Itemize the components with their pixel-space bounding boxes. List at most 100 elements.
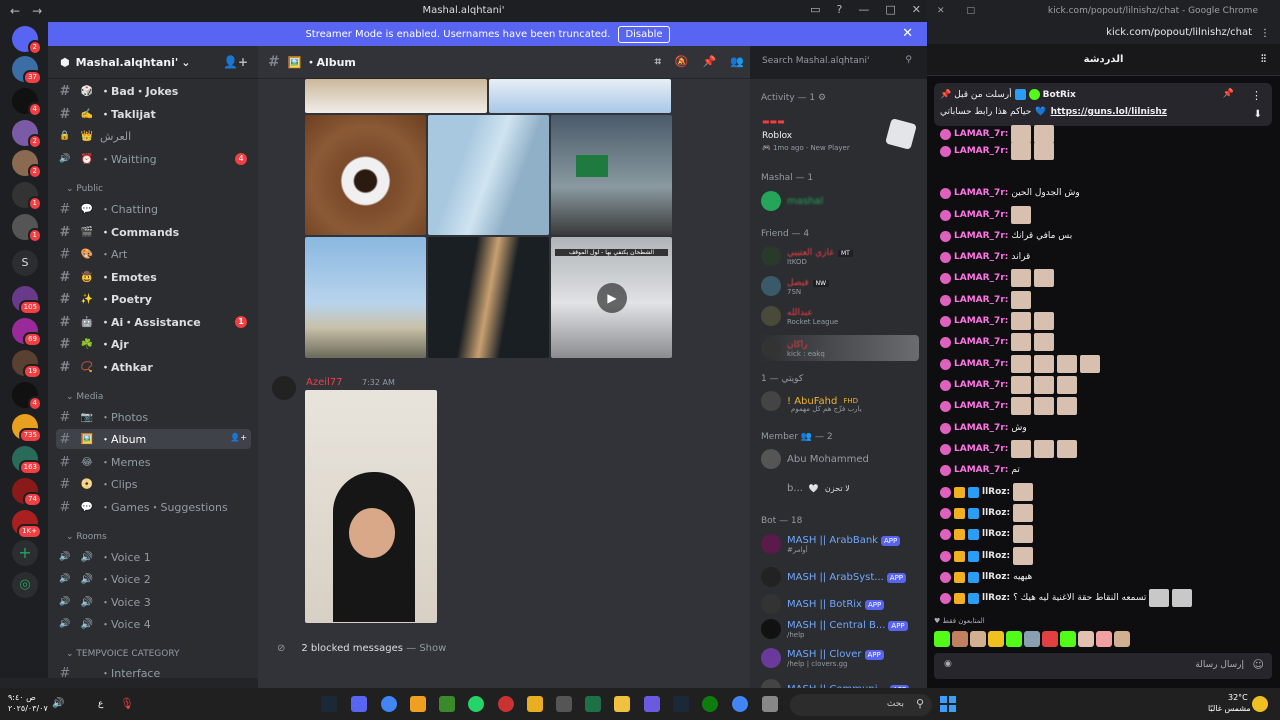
server-icon[interactable]: 163: [12, 446, 42, 475]
guild-header[interactable]: ⬢ Mashal.alqhtani' ⌄ 👤+: [48, 46, 258, 79]
activity-card[interactable]: ▬▬▬ Roblox 🎮 1mo ago · New Player: [758, 113, 920, 157]
friend-row[interactable]: فيصل NW 7SN: [761, 276, 830, 296]
chat-message[interactable]: LAMAR_7r: وش: [940, 420, 1027, 436]
xbox-icon[interactable]: [702, 696, 718, 712]
emote-picker-item[interactable]: [1114, 631, 1130, 647]
server-icon[interactable]: S: [12, 250, 38, 276]
gear-icon[interactable]: ⚙: [818, 93, 826, 103]
photo[interactable]: [428, 237, 549, 358]
weather-icon[interactable]: [1252, 696, 1268, 712]
chat-username[interactable]: LAMAR_7r:: [954, 401, 1008, 411]
chat-username[interactable]: LAMAR_7r:: [954, 231, 1008, 241]
member-row[interactable]: b... 🤍 لا تحزن: [761, 478, 850, 498]
chat-message-input[interactable]: ◉ إرسال رسالة ☺: [934, 653, 1272, 679]
friend-row[interactable]: راكان kick : eakq: [759, 335, 919, 361]
whatsapp-icon[interactable]: [468, 696, 484, 712]
message-author[interactable]: Azeil77: [306, 377, 343, 388]
channel-item[interactable]: # 🎬 ・Commands: [56, 222, 251, 242]
channel-item[interactable]: # 📿 ・Athkar: [56, 357, 251, 377]
volume-icon[interactable]: 🔊: [52, 698, 64, 709]
server-icon[interactable]: 74: [12, 478, 42, 507]
category-header[interactable]: ⌄ Rooms: [66, 532, 107, 542]
close-banner-icon[interactable]: ✕: [902, 26, 913, 41]
discord-icon[interactable]: [351, 696, 367, 712]
chat-username[interactable]: LAMAR_7r:: [954, 295, 1008, 305]
chat-username[interactable]: llRoz:: [982, 593, 1010, 603]
bot-row[interactable]: MASH || Clover APP/help | clovers.gg: [761, 648, 884, 668]
chat-message[interactable]: llRoz: تسمعه النقاط حقة الاغنية ليه هيك ؟: [940, 589, 1193, 607]
bot-row[interactable]: MASH || ArabSyst... APP: [761, 567, 907, 587]
chat-username[interactable]: LAMAR_7r:: [954, 273, 1008, 283]
chat-message[interactable]: LAMAR_7r:: [940, 269, 1055, 287]
photo[interactable]: [428, 115, 549, 235]
taskbar-search[interactable]: بحث ⚲: [790, 694, 932, 716]
bot-row[interactable]: MASH || Central B... APP/help: [761, 619, 908, 639]
emote-picker-item[interactable]: [970, 631, 986, 647]
avatar[interactable]: [272, 376, 296, 400]
channel-item[interactable]: # 🎨 ・Art: [56, 244, 251, 264]
close-icon[interactable]: ✕: [937, 6, 945, 16]
maximize-icon[interactable]: □: [967, 6, 976, 16]
channel-item[interactable]: # ✍️ ・Taklijat: [56, 104, 251, 124]
server-icon[interactable]: 4: [12, 88, 42, 117]
emote-picker-item[interactable]: [1078, 631, 1094, 647]
chat-message[interactable]: llRoz: هيهيه: [940, 569, 1032, 585]
photo[interactable]: [305, 237, 426, 358]
friend-row[interactable]: عبدالله Rocket League: [761, 306, 838, 326]
channel-item[interactable]: # 🖼️ ・Album 👤+: [56, 429, 251, 449]
steam-icon[interactable]: [321, 696, 337, 712]
user-list-icon[interactable]: ⫶⫶: [1261, 44, 1266, 76]
play-icon[interactable]: ▶: [597, 283, 627, 313]
chat-username[interactable]: LAMAR_7r:: [954, 210, 1008, 220]
server-icon[interactable]: 37: [12, 56, 42, 85]
chrome-icon[interactable]: [732, 696, 748, 712]
address-bar[interactable]: kick.com/popout/lilnishz/chat ⋮: [927, 22, 1280, 44]
chat-message[interactable]: llRoz:: [940, 483, 1034, 501]
photo[interactable]: [305, 115, 426, 235]
search-input[interactable]: Search Mashal.alqhtani' ⚲: [756, 52, 918, 72]
emote-picker-item[interactable]: [1006, 631, 1022, 647]
chat-message[interactable]: LAMAR_7r: قراند: [940, 249, 1030, 265]
server-icon[interactable]: 19: [12, 350, 42, 379]
photo[interactable]: [305, 390, 437, 623]
photo[interactable]: [489, 79, 671, 113]
pinned-message[interactable]: ⋮ 📌 ⬇ 📌 أرسلت من قبل BotRix حياكم هذا را…: [934, 83, 1272, 126]
rockstar-icon[interactable]: [527, 696, 543, 712]
chat-message[interactable]: LAMAR_7r:: [940, 440, 1078, 458]
add-member-icon[interactable]: 👤+: [230, 433, 247, 442]
folder-icon[interactable]: [614, 696, 630, 712]
chat-message[interactable]: LAMAR_7r:: [940, 333, 1055, 351]
chat-username[interactable]: llRoz:: [982, 572, 1010, 582]
chat-message[interactable]: LAMAR_7r:: [940, 312, 1055, 330]
chat-username[interactable]: LAMAR_7r:: [954, 423, 1008, 433]
pinned-link[interactable]: https://guns.lol/lilnishz: [1051, 107, 1167, 117]
channel-item[interactable]: # 💬 ・Chatting: [56, 199, 251, 219]
chat-message[interactable]: LAMAR_7r: وش الجدول الحين: [940, 185, 1080, 201]
member-row[interactable]: Abu Mohammed: [761, 449, 869, 469]
chat-username[interactable]: LAMAR_7r:: [954, 129, 1008, 139]
chat-message[interactable]: LAMAR_7r: تم: [940, 462, 1020, 478]
emote-picker-item[interactable]: [1096, 631, 1112, 647]
explore-icon[interactable]: ◎: [12, 572, 38, 598]
chat-message[interactable]: llRoz:: [940, 547, 1034, 565]
chat-username[interactable]: llRoz:: [982, 487, 1010, 497]
menu-icon[interactable]: ⋮: [1260, 28, 1270, 39]
chat-username[interactable]: LAMAR_7r:: [954, 465, 1008, 475]
server-icon[interactable]: 2: [12, 150, 42, 179]
chat-username[interactable]: llRoz:: [982, 529, 1010, 539]
minimize-icon[interactable]: —: [858, 3, 869, 16]
server-icon[interactable]: 1: [12, 182, 42, 211]
category-header[interactable]: ⌄ Media: [66, 392, 103, 402]
server-icon[interactable]: 735: [12, 414, 42, 443]
mute-icon[interactable]: 🔕: [675, 55, 689, 69]
channel-item[interactable]: 🔊 🔊 ・Voice 4: [56, 614, 251, 634]
emote-picker-item[interactable]: [934, 631, 950, 647]
emoji-icon[interactable]: ◉: [944, 659, 952, 669]
bot-row[interactable]: MASH || ArabBank APP #أوامر: [761, 534, 901, 554]
app-icon[interactable]: [556, 696, 572, 712]
chat-username[interactable]: llRoz:: [982, 508, 1010, 518]
chat-username[interactable]: LAMAR_7r:: [954, 146, 1008, 156]
channel-item[interactable]: # ☘️ ・Ajr: [56, 334, 251, 354]
channel-item[interactable]: 🔊 ⏰ ・Waitting 4: [56, 149, 251, 169]
channel-item[interactable]: 🔊 🔊 ・Voice 1: [56, 547, 251, 567]
